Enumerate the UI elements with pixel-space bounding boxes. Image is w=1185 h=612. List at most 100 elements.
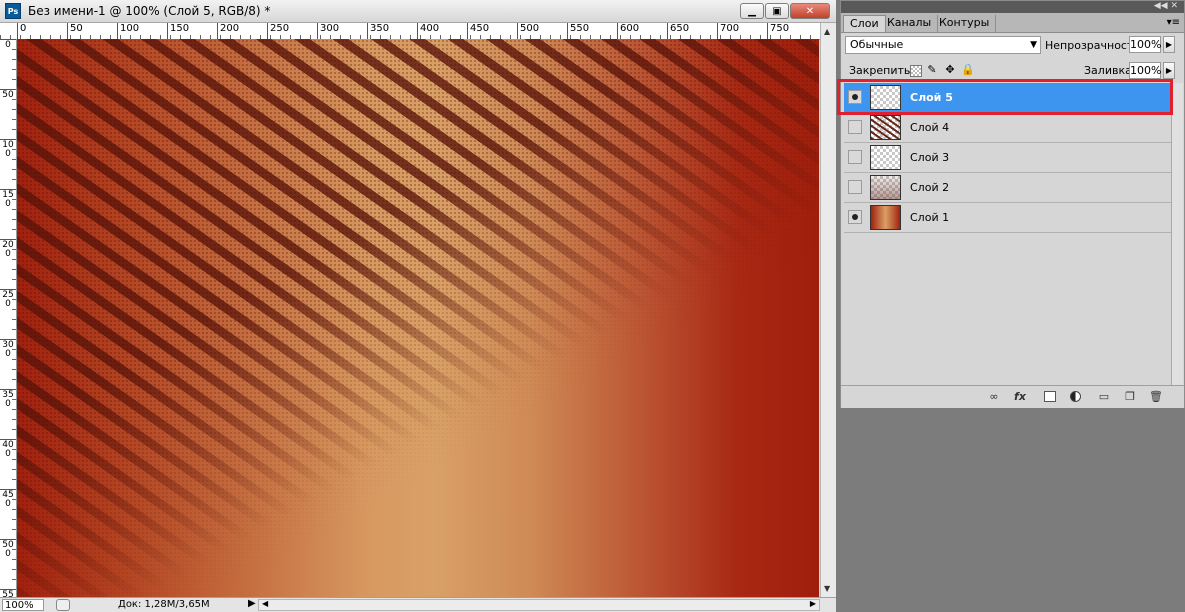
layer-row[interactable]: Слой 5 xyxy=(844,83,1171,113)
lock-pixels-brush-icon[interactable]: ✎ xyxy=(925,63,939,77)
layer-row[interactable]: Слой 2 xyxy=(844,173,1171,203)
layer-thumbnail[interactable] xyxy=(870,115,901,140)
ruler-tick-h: 0 xyxy=(17,23,26,39)
adjustment-icon[interactable] xyxy=(1070,391,1081,402)
ruler-tick-h: 50 xyxy=(67,23,83,39)
ruler-tick-v: 0 xyxy=(0,39,16,50)
ruler-tick-v: 500 xyxy=(0,539,16,559)
layer-name[interactable]: Слой 2 xyxy=(910,181,949,194)
panel-tabs: Слои Каналы Контуры ▾≡ xyxy=(841,13,1184,33)
visibility-eye-icon[interactable] xyxy=(848,210,862,224)
ruler-tick-h: 300 xyxy=(317,23,339,39)
ruler-horizontal[interactable]: 0 50 100 150 200 250 300 350 400 450 500 550 600 650 7… xyxy=(0,23,836,40)
layer-thumbnail[interactable] xyxy=(870,205,901,230)
ruler-tick-h: 550 xyxy=(567,23,589,39)
ruler-tick-v: 150 xyxy=(0,189,16,209)
ruler-tick-h: 150 xyxy=(167,23,189,39)
ruler-tick-h: 250 xyxy=(267,23,289,39)
ruler-tick-h: 450 xyxy=(467,23,489,39)
canvas-area[interactable] xyxy=(17,39,819,597)
status-menu-arrow-icon[interactable]: ▶ xyxy=(248,598,256,609)
ruler-tick-v: 250 xyxy=(0,289,16,309)
ruler-tick-h: 600 xyxy=(617,23,639,39)
visibility-eye-icon[interactable] xyxy=(848,120,862,134)
status-bar: 100% Док: 1,28M/3,65M ▶ ◀ ▶ xyxy=(0,597,836,612)
layer-name[interactable]: Слой 1 xyxy=(910,211,949,224)
link-icon[interactable]: ∞ xyxy=(987,390,1001,403)
tab-paths[interactable]: Контуры xyxy=(933,15,997,32)
visibility-eye-icon[interactable] xyxy=(848,90,862,104)
document-window: Ps Без имени-1 @ 100% (Слой 5, RGB/8) * … xyxy=(0,0,836,612)
ruler-tick-v: 100 xyxy=(0,139,16,159)
scroll-left-icon[interactable]: ◀ xyxy=(262,599,268,608)
visibility-eye-icon[interactable] xyxy=(848,180,862,194)
panel-footer: ∞ fx ▭ ❐ 🗑 xyxy=(841,385,1184,408)
layer-row[interactable]: Слой 1 xyxy=(844,203,1171,233)
workspace-background xyxy=(836,408,1185,612)
layer-thumbnail[interactable] xyxy=(870,85,901,110)
new-layer-icon[interactable]: ❐ xyxy=(1123,390,1137,403)
horizontal-scrollbar[interactable]: ◀ ▶ xyxy=(258,599,820,611)
ruler-tick-h: 400 xyxy=(417,23,439,39)
ruler-tick-h: 500 xyxy=(517,23,539,39)
zoom-level-field[interactable]: 100% xyxy=(2,599,44,611)
layer-row[interactable]: Слой 3 xyxy=(844,143,1171,173)
minimize-button[interactable]: ▁ xyxy=(740,3,764,19)
vertical-scrollbar[interactable]: ▲ ▼ xyxy=(820,23,836,597)
ruler-tick-v: 200 xyxy=(0,239,16,259)
ruler-tick-h: 700 xyxy=(717,23,739,39)
opacity-slider-arrow-icon[interactable]: ▶ xyxy=(1163,36,1175,53)
document-titlebar[interactable]: Ps Без имени-1 @ 100% (Слой 5, RGB/8) * … xyxy=(0,0,836,23)
layer-thumbnail[interactable] xyxy=(870,145,901,170)
blend-mode-value: Обычные xyxy=(850,38,904,51)
panel-header-bar[interactable]: ◀◀ ✕ xyxy=(841,1,1184,13)
ruler-tick-v: 400 xyxy=(0,439,16,459)
scroll-up-icon[interactable]: ▲ xyxy=(824,27,830,36)
document-title: Без имени-1 @ 100% (Слой 5, RGB/8) * xyxy=(28,4,271,18)
ruler-tick-v: 50 xyxy=(0,89,16,100)
fill-label: Заливка: xyxy=(1084,64,1136,77)
fx-icon[interactable]: fx xyxy=(1013,390,1027,403)
layers-list: Слой 5 Слой 4 Слой 3 Слой 2 Слой 1 xyxy=(844,83,1171,385)
halftone-dots-pattern xyxy=(17,39,819,597)
fill-field[interactable]: 100% xyxy=(1129,62,1161,79)
tab-channels[interactable]: Каналы xyxy=(881,15,939,32)
lock-position-move-icon[interactable]: ✥ xyxy=(943,63,957,77)
opacity-field[interactable]: 100% xyxy=(1129,36,1161,53)
visibility-eye-icon[interactable] xyxy=(848,150,862,164)
layers-scrollbar[interactable] xyxy=(1171,83,1183,385)
layer-row[interactable]: Слой 4 xyxy=(844,113,1171,143)
lock-all-icon[interactable]: 🔒 xyxy=(961,63,975,77)
status-info-icon[interactable] xyxy=(56,599,70,611)
trash-icon[interactable]: 🗑 xyxy=(1149,390,1163,403)
ruler-tick-h: 650 xyxy=(667,23,689,39)
ruler-vertical[interactable]: 050100150200250300350400450500550 xyxy=(0,39,17,609)
layer-name[interactable]: Слой 5 xyxy=(910,91,953,104)
folder-icon[interactable]: ▭ xyxy=(1097,390,1111,403)
blend-mode-select[interactable]: Обычные ▼ xyxy=(845,36,1041,54)
lock-label: Закрепить: xyxy=(849,64,915,77)
panel-collapse-icon[interactable]: ◀◀ ✕ xyxy=(1154,1,1178,11)
close-button[interactable]: ✕ xyxy=(790,3,830,19)
ruler-tick-v: 300 xyxy=(0,339,16,359)
mask-icon[interactable] xyxy=(1044,391,1056,402)
restore-button[interactable]: ▣ xyxy=(765,3,789,19)
ruler-tick-v: 450 xyxy=(0,489,16,509)
layer-name[interactable]: Слой 3 xyxy=(910,151,949,164)
fill-slider-arrow-icon[interactable]: ▶ xyxy=(1163,62,1175,79)
ruler-tick-h: 750 xyxy=(767,23,789,39)
scroll-right-icon[interactable]: ▶ xyxy=(810,599,816,608)
lock-transparency-icon[interactable] xyxy=(910,65,922,77)
ruler-tick-h: 100 xyxy=(117,23,139,39)
tab-layers[interactable]: Слои xyxy=(843,15,886,32)
ruler-tick-h: 200 xyxy=(217,23,239,39)
document-size-info: Док: 1,28M/3,65M xyxy=(118,599,210,610)
ruler-tick-h: 350 xyxy=(367,23,389,39)
scroll-down-icon[interactable]: ▼ xyxy=(824,584,830,593)
photoshop-icon: Ps xyxy=(5,3,21,19)
layer-name[interactable]: Слой 4 xyxy=(910,121,949,134)
chevron-down-icon: ▼ xyxy=(1030,40,1037,50)
layer-thumbnail[interactable] xyxy=(870,175,901,200)
panel-menu-icon[interactable]: ▾≡ xyxy=(1167,17,1180,28)
ruler-tick-v: 350 xyxy=(0,389,16,409)
